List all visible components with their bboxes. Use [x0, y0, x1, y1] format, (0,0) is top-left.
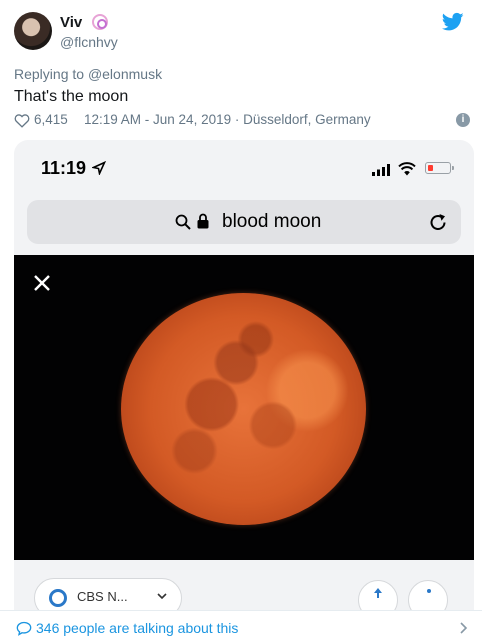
source-label: CBS N...: [77, 589, 128, 604]
info-icon[interactable]: i: [456, 113, 470, 127]
replying-to-label: Replying to: [14, 66, 88, 82]
chevron-down-icon: [157, 593, 167, 600]
avatar[interactable]: [14, 12, 52, 50]
phone-clock: 11:19: [41, 158, 87, 178]
blood-moon: [121, 293, 366, 525]
tweet-timestamp[interactable]: 12:19 AM - Jun 24, 2019 · Düsseldorf, Ge…: [84, 112, 371, 127]
media-card[interactable]: 11:19 blood moon CBS N...: [14, 140, 474, 610]
tweet-meta: 6,415 12:19 AM - Jun 24, 2019 · Düsseldo…: [14, 112, 474, 130]
search-query[interactable]: blood moon: [222, 211, 321, 233]
twitter-bird-icon[interactable]: [442, 12, 464, 32]
tweet-header: Viv @flcnhvy: [14, 12, 474, 52]
more-button[interactable]: [408, 580, 448, 610]
talking-count-text[interactable]: 346 people are talking about this: [36, 620, 238, 636]
heart-icon[interactable]: [14, 113, 30, 128]
cellular-signal-icon: [372, 164, 390, 176]
mention-link[interactable]: @elonmusk: [88, 66, 162, 82]
conversation-link[interactable]: 346 people are talking about this: [0, 610, 482, 643]
comment-icon: [16, 621, 32, 636]
search-address-bar[interactable]: blood moon: [27, 200, 461, 244]
search-icon: [175, 214, 191, 230]
tweet-text: That's the moon: [14, 88, 129, 105]
source-button[interactable]: CBS N...: [34, 578, 182, 610]
battery-icon: [425, 162, 454, 174]
more-icon: [427, 589, 431, 593]
cbs-eye-icon: [49, 589, 67, 607]
chevron-right-icon[interactable]: [460, 622, 468, 634]
user-name[interactable]: Viv: [60, 14, 82, 31]
location-arrow-icon: [92, 161, 106, 175]
share-button[interactable]: [358, 580, 398, 610]
share-icon: [374, 588, 382, 598]
like-count[interactable]: 6,415: [34, 112, 68, 127]
card-actions: CBS N...: [14, 560, 474, 610]
spiral-badge-icon: [92, 14, 108, 30]
close-icon[interactable]: [32, 273, 52, 293]
lock-icon: [197, 213, 209, 229]
phone-status-bar: 11:19: [14, 140, 474, 198]
replying-to: Replying to @elonmusk: [14, 66, 162, 82]
user-handle[interactable]: @flcnhvy: [60, 34, 118, 50]
wifi-icon: [398, 162, 416, 176]
blood-moon-photo[interactable]: [14, 255, 474, 560]
reload-icon[interactable]: [428, 212, 448, 232]
